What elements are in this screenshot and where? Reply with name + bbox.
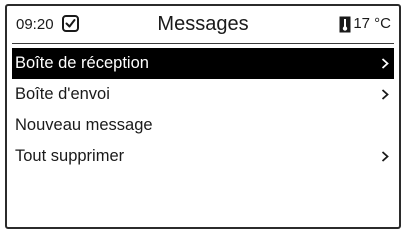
menu-item-inbox[interactable]: Boîte de réception xyxy=(12,48,394,79)
menu-item-label: Nouveau message xyxy=(15,116,153,134)
status-header: 09:20 Messages 17 °C xyxy=(7,6,399,43)
temperature-readout: 17 °C xyxy=(339,15,391,33)
display-screen: 09:20 Messages 17 °C Boîte de réception … xyxy=(5,4,401,229)
temperature-value: 17 °C xyxy=(353,15,391,32)
menu-item-new-message[interactable]: Nouveau message xyxy=(12,110,394,141)
menu-item-label: Tout supprimer xyxy=(15,147,125,165)
chevron-right-icon xyxy=(381,151,389,162)
header-divider xyxy=(12,43,394,44)
chevron-right-icon xyxy=(381,58,389,69)
menu-item-delete-all[interactable]: Tout supprimer xyxy=(12,141,394,172)
messages-menu: Boîte de réception Boîte d'envoi Nouveau… xyxy=(12,48,394,172)
thermometer-icon xyxy=(339,16,351,32)
chevron-right-icon xyxy=(381,89,389,100)
menu-item-outbox[interactable]: Boîte d'envoi xyxy=(12,79,394,110)
menu-item-label: Boîte de réception xyxy=(15,54,149,72)
menu-item-label: Boîte d'envoi xyxy=(15,85,110,103)
